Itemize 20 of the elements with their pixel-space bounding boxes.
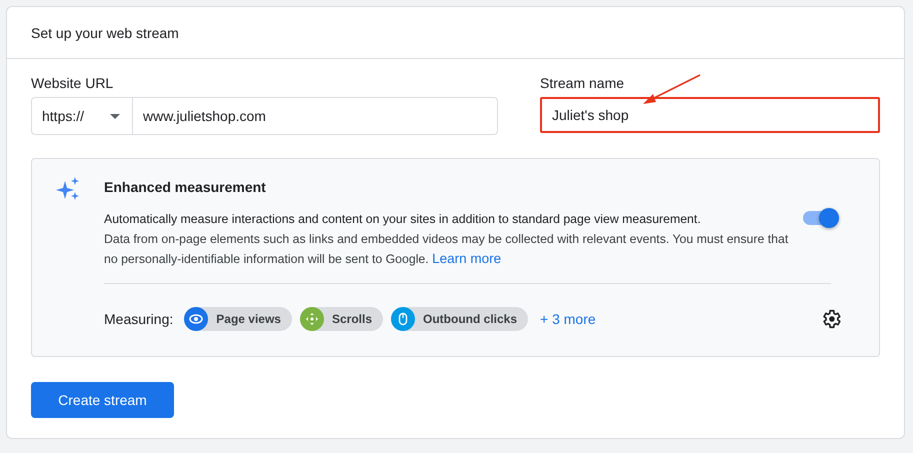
settings-icon[interactable] bbox=[820, 308, 842, 330]
field-label: Website URL bbox=[31, 75, 114, 91]
more-link[interactable]: + 3 more bbox=[540, 311, 596, 327]
card-title: Set up your web stream bbox=[31, 24, 179, 40]
toggle-switch[interactable] bbox=[803, 207, 839, 229]
caret-icon bbox=[110, 114, 120, 118]
measurement-chip: Scrolls bbox=[300, 307, 384, 331]
field-label: Stream name bbox=[540, 75, 626, 91]
measurement-chip: Page views bbox=[184, 307, 292, 331]
learn-more-link[interactable]: Learn more bbox=[432, 251, 502, 266]
section-title: Enhanced measurement bbox=[104, 179, 267, 195]
measurement-chip: Outbound clicks bbox=[391, 307, 528, 331]
create-stream-button[interactable]: Create stream bbox=[31, 382, 174, 418]
sparkle-icon bbox=[56, 177, 80, 201]
measuring-label: Measuring: bbox=[104, 311, 174, 327]
stream-name-input-field[interactable]: Juliet's shop bbox=[540, 97, 880, 133]
description-text: Automatically measure interactions and content on your sites in addition to standard page view measurement. bbox=[104, 211, 702, 228]
protocol-dropdown[interactable]: https:// bbox=[32, 98, 133, 134]
url-field[interactable]: https:// www.julietshop.com bbox=[31, 97, 498, 135]
description-text: Data from on-page elements such as links and embedded videos may be collected with relevant events. You must ensure that no personally-identifiable information will be sent to Google. Learn more bbox=[104, 231, 790, 268]
